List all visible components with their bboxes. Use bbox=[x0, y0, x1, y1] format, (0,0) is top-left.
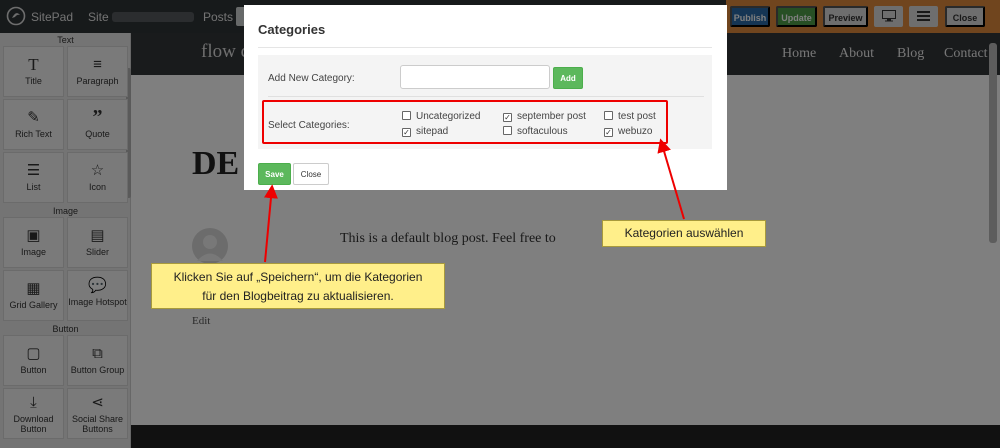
categories-highlight-box bbox=[262, 100, 668, 144]
form-row-divider bbox=[268, 96, 704, 97]
callout-save-line-1: Klicken Sie auf „Speichern“, um die Kate… bbox=[173, 270, 423, 284]
new-category-input[interactable] bbox=[400, 65, 550, 89]
categories-modal: Categories Add New Category: Add Select … bbox=[244, 5, 727, 190]
modal-title: Categories bbox=[258, 22, 326, 37]
add-category-button[interactable]: Add bbox=[553, 67, 583, 89]
callout-select-categories: Kategorien auswählen bbox=[602, 220, 766, 247]
callout-save-line-2: für den Blogbeitrag zu aktualisieren. bbox=[202, 289, 394, 303]
save-button[interactable]: Save bbox=[258, 163, 291, 185]
callout-save-instructions: Klicken Sie auf „Speichern“, um die Kate… bbox=[151, 263, 445, 309]
modal-divider bbox=[258, 47, 712, 48]
close-button[interactable]: Close bbox=[293, 163, 329, 185]
add-category-label: Add New Category: bbox=[268, 73, 355, 84]
